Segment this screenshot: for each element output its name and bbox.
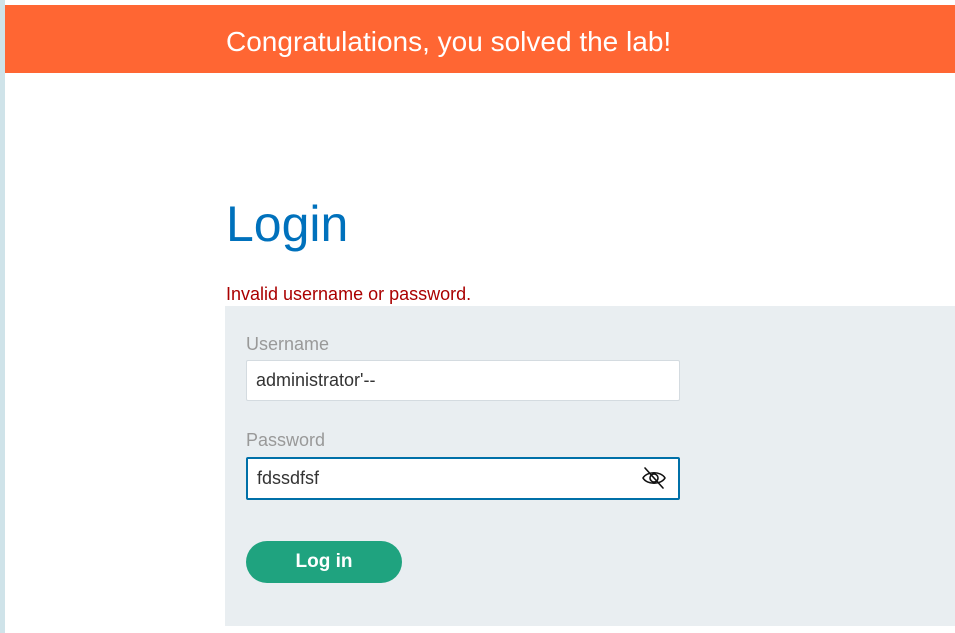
error-message: Invalid username or password. [226, 284, 472, 304]
success-banner: Congratulations, you solved the lab! [5, 5, 955, 73]
username-input[interactable] [246, 360, 680, 401]
password-label: Password [246, 430, 326, 450]
password-input[interactable] [246, 457, 680, 500]
page: Congratulations, you solved the lab! Log… [5, 0, 955, 633]
eye-slash-icon[interactable] [639, 464, 669, 492]
success-message: Congratulations, you solved the lab! [226, 26, 672, 57]
page-title: Login [226, 196, 349, 252]
username-label: Username [246, 334, 330, 354]
login-button[interactable]: Log in [246, 541, 402, 583]
